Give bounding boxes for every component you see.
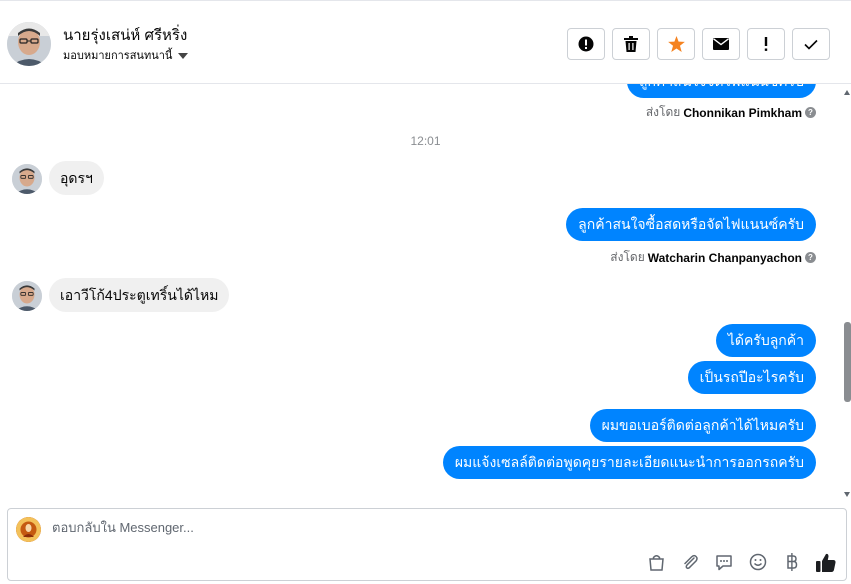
contact-avatar-small <box>12 281 42 311</box>
delete-button[interactable] <box>612 28 650 60</box>
shopping-bag-icon[interactable] <box>646 552 666 572</box>
help-icon[interactable]: ? <box>805 252 816 263</box>
sent-by-agent: Chonnikan Pimkham <box>683 105 802 120</box>
assign-conversation-dropdown[interactable]: มอบหมายการสนทนานี้ <box>63 46 189 64</box>
thumbs-up-icon[interactable] <box>816 552 836 572</box>
message-bubble-outgoing[interactable]: เป็นรถปีอะไรครับ <box>687 361 816 394</box>
check-icon <box>804 39 818 50</box>
star-button[interactable] <box>657 28 695 60</box>
mark-done-button[interactable] <box>792 28 830 60</box>
composer-toolbar <box>646 552 836 572</box>
conversation-header: นายรุ่งเสน่ห์ ศรีหริ่ง มอบหมายการสนทนานี… <box>0 0 851 84</box>
attachment-icon[interactable] <box>680 552 700 572</box>
contact-avatar[interactable] <box>7 22 51 66</box>
message-bubble-outgoing[interactable]: ลูกค้าสนใจจัดไฟแนนซ์ครับ <box>626 84 816 98</box>
follow-up-button[interactable] <box>747 28 785 60</box>
envelope-icon <box>713 38 729 50</box>
mark-unread-button[interactable] <box>702 28 740 60</box>
alert-circle-icon <box>578 36 594 52</box>
contact-avatar-small <box>12 164 42 194</box>
sent-by-label: ส่งโดย Watcharin Chanpanyachon ? <box>610 248 816 267</box>
reply-composer <box>7 508 847 581</box>
sent-by-prefix: ส่งโดย <box>645 105 681 119</box>
caret-down-icon <box>178 52 189 59</box>
message-bubble-outgoing[interactable]: ผมขอเบอร์ติดต่อลูกค้าได้ไหมครับ <box>589 409 816 442</box>
exclamation-icon <box>764 37 768 51</box>
sent-by-label: ส่งโดย Chonnikan Pimkham ? <box>646 103 816 122</box>
payment-baht-icon[interactable] <box>782 552 802 572</box>
help-icon[interactable]: ? <box>805 107 816 118</box>
scrollbar[interactable] <box>843 90 851 497</box>
sent-by-agent: Watcharin Chanpanyachon <box>647 250 802 265</box>
star-icon <box>667 36 685 52</box>
message-bubble-incoming[interactable]: อุดรฯ <box>49 161 104 195</box>
scroll-up-arrow-icon[interactable] <box>844 90 850 95</box>
report-spam-button[interactable] <box>567 28 605 60</box>
saved-replies-icon[interactable] <box>714 552 734 572</box>
message-bubble-outgoing[interactable]: ได้ครับลูกค้า <box>715 324 816 357</box>
message-list[interactable]: ลูกค้าสนใจจัดไฟแนนซ์ครับ ส่งโดย Chonnika… <box>0 84 851 503</box>
assign-label: มอบหมายการสนทนานี้ <box>63 50 173 62</box>
message-bubble-outgoing[interactable]: ผมแจ้งเซลล์ติดต่อพูดคุยรายละเอียดแนะนำกา… <box>442 446 816 479</box>
emoji-icon[interactable] <box>748 552 768 572</box>
time-divider: 12:01 <box>410 134 441 148</box>
page-avatar <box>16 517 41 542</box>
message-bubble-outgoing[interactable]: ลูกค้าสนใจซื้อสดหรือจัดไฟแนนซ์ครับ <box>566 208 816 241</box>
contact-name[interactable]: นายรุ่งเสน่ห์ ศรีหริ่ง <box>63 23 187 47</box>
reply-input[interactable] <box>52 520 752 535</box>
scroll-down-arrow-icon[interactable] <box>844 492 850 497</box>
message-bubble-incoming[interactable]: เอาวีโก้4ประตูเทริ์นได้ไหม <box>49 278 230 312</box>
trash-icon <box>624 36 638 52</box>
scrollbar-thumb[interactable] <box>844 322 851 402</box>
sent-by-prefix: ส่งโดย <box>610 250 645 264</box>
header-actions <box>567 28 830 60</box>
